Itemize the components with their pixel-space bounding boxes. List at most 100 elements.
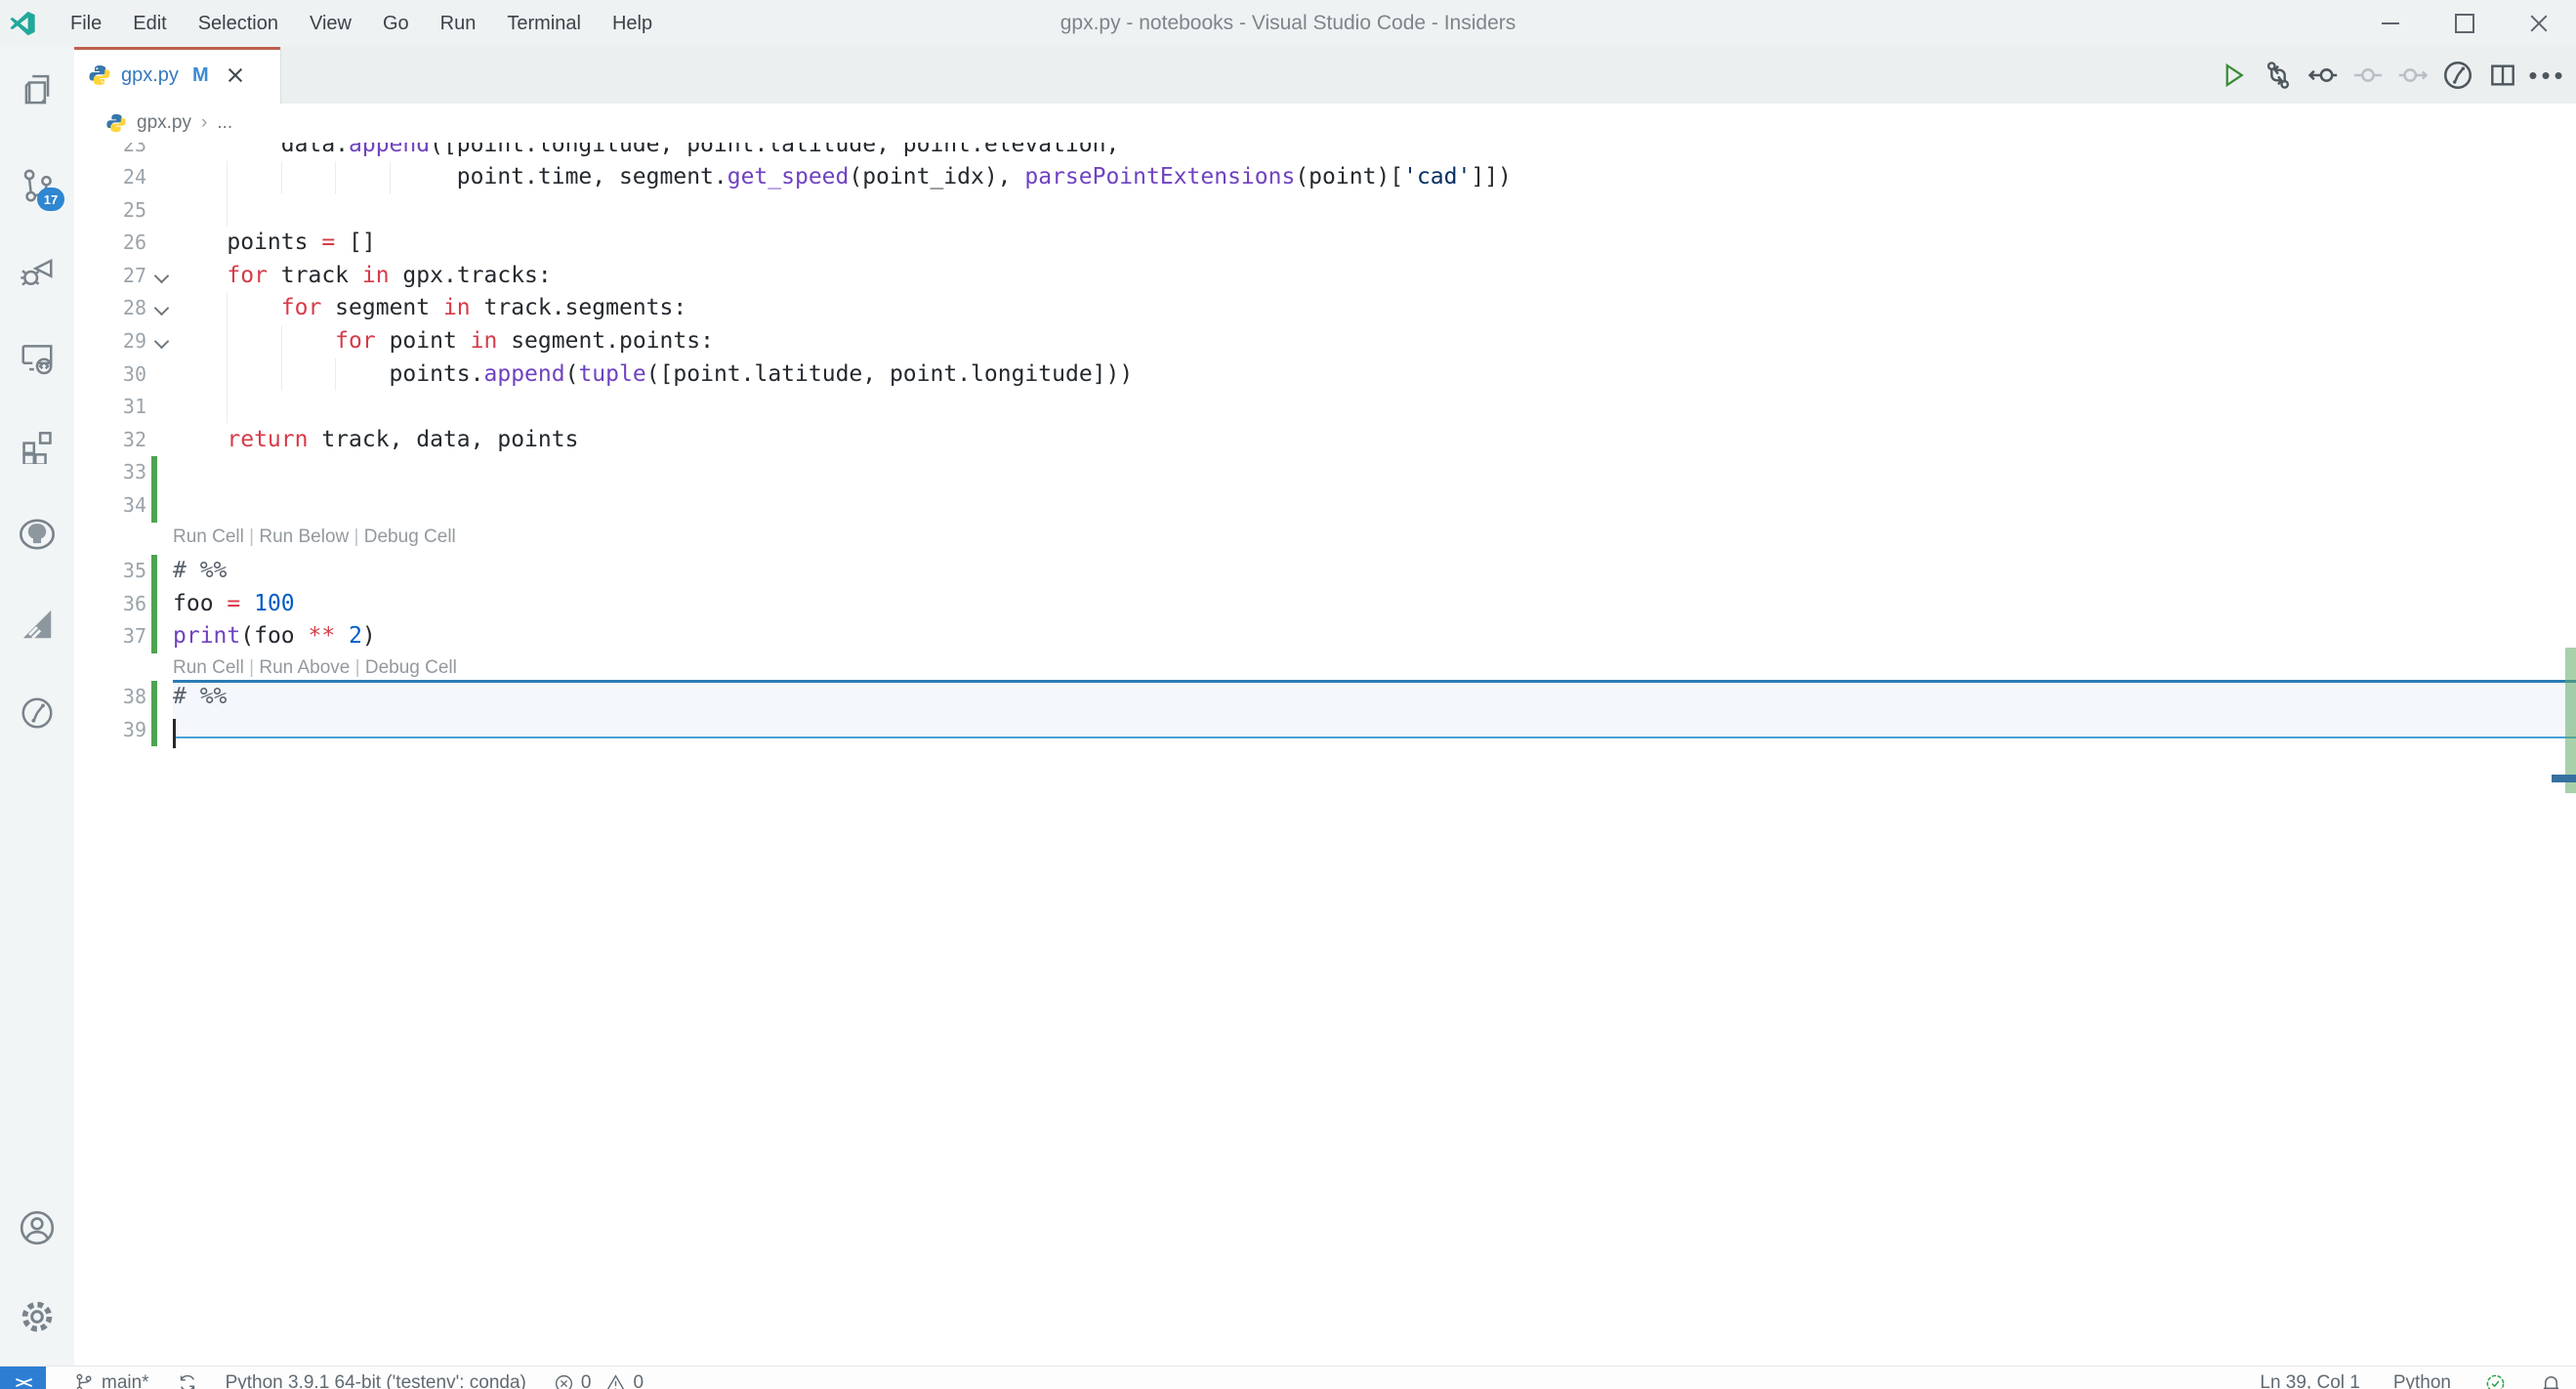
run-and-debug-icon[interactable] [16,250,59,293]
codelens[interactable]: Run Cell | Run Above | Debug Cell [173,653,457,681]
fold-chevron-icon[interactable] [153,268,170,284]
menu-go[interactable]: Go [367,7,425,41]
fold-chevron-icon[interactable] [153,301,170,316]
errors-icon [555,1374,572,1389]
explorer-icon[interactable] [16,70,59,113]
codelens[interactable]: Run Cell | Run Below | Debug Cell [173,523,456,556]
account-icon[interactable] [16,1206,59,1249]
cursor-position-status[interactable]: Ln 39, Col 1 [2260,1372,2359,1389]
more-actions-icon[interactable]: ••• [2528,57,2566,94]
sync-status[interactable] [177,1372,198,1389]
breadcrumb-filename[interactable]: gpx.py [137,112,191,134]
gitlens-icon[interactable] [16,692,59,735]
remote-explorer-icon[interactable] [16,337,59,380]
check-badge-icon [2486,1374,2505,1389]
lint-check-status[interactable] [2484,1372,2507,1389]
codelens-link[interactable]: Debug Cell [364,526,456,547]
branch-icon [76,1373,92,1389]
gutter: 28 [74,292,173,325]
gutter: 34 [74,489,173,523]
codelens-separator: | [349,526,364,547]
code-text[interactable]: for segment in track.segments: [173,292,686,325]
line-number: 24 [122,165,146,189]
branch-label: main* [102,1372,149,1389]
menu-run[interactable]: Run [425,7,492,41]
code-text[interactable]: print(foo ** 2) [173,620,376,653]
menu-terminal[interactable]: Terminal [491,7,597,41]
codelens-link[interactable]: Run Cell [173,657,244,678]
code-text[interactable]: # %% [173,681,227,714]
tab-bar: gpx.py M ••• [74,47,2576,104]
code-line: 24 point.time, segment.get_speed(point_i… [74,161,2576,194]
previous-change-icon[interactable] [2305,57,2342,94]
remote-indicator[interactable]: >< [0,1367,46,1389]
menu-selection[interactable]: Selection [183,7,294,41]
extensions-icon[interactable] [16,424,59,467]
code-text[interactable]: return track, data, points [173,424,578,457]
code-text[interactable]: foo = 100 [173,588,295,621]
git-added-indicator [151,681,157,714]
editor-pane[interactable]: 23 data.append([point.longitude, point.l… [74,143,2576,1366]
code-text[interactable]: points = [] [173,227,375,260]
file-history-icon[interactable] [2439,57,2476,94]
code-text[interactable]: for track in gpx.tracks: [173,260,551,293]
line-number: 26 [122,231,146,255]
warnings-count: 0 [633,1372,644,1389]
code-line: 34 [74,489,2576,523]
code-text[interactable]: points.append(tuple([point.latitude, poi… [173,358,1134,392]
gutter [74,653,173,681]
gutter [74,523,173,556]
liveshare-triangle-icon[interactable] [16,603,59,646]
python-interpreter-status[interactable]: Python 3.9.1 64-bit ('testenv': conda) [226,1372,526,1389]
cell-boundary-top [173,680,2576,683]
gutter: 32 [74,424,173,457]
warnings-icon [606,1373,625,1389]
bell-icon [2543,1375,2559,1389]
next-change-disabled-icon [2394,57,2431,94]
github-icon[interactable] [16,513,59,556]
codelens-link[interactable]: Debug Cell [365,657,457,678]
breadcrumb: gpx.py › ... [74,104,2576,143]
code-text[interactable]: for point in segment.points: [173,325,714,358]
source-control-icon[interactable]: 17 [16,164,64,211]
split-editor-icon[interactable] [2484,57,2521,94]
status-bar: >< main* Python 3.9.1 64-bit ('testenv':… [0,1366,2576,1389]
code-line: 33 [74,456,2576,490]
gutter: 27 [74,260,173,293]
maximize-icon[interactable] [2428,0,2502,47]
breadcrumb-symbol-ellipsis[interactable]: ... [217,112,232,134]
problems-status[interactable]: 0 0 [554,1372,644,1389]
code-line: 26 points = [] [74,227,2576,260]
codelens-link[interactable]: Run Below [259,526,349,547]
menu-help[interactable]: Help [597,7,668,41]
line-number: 30 [122,361,146,386]
codelens-link[interactable]: Run Above [259,657,350,678]
language-mode-status[interactable]: Python [2393,1372,2451,1389]
menu-file[interactable]: File [55,7,117,41]
scm-badge: 17 [37,188,64,211]
gutter: 25 [74,194,173,228]
code-text[interactable]: data.append([point.longitude, point.lati… [173,143,1120,161]
code-rows: 23 data.append([point.longitude, point.l… [74,143,2576,747]
codelens-link[interactable]: Run Cell [173,526,244,547]
git-added-indicator [151,620,157,653]
code-text[interactable]: point.time, segment.get_speed(point_idx)… [173,161,1512,194]
text-cursor [173,719,176,748]
code-line: 38 # %% [74,681,2576,714]
settings-gear-icon[interactable] [16,1295,59,1338]
run-python-file-icon[interactable] [2215,57,2252,94]
tab-gpx-py[interactable]: gpx.py M [74,47,281,104]
tab-close-icon[interactable] [225,64,246,86]
close-icon[interactable] [2502,0,2576,47]
cursor-position-label: Ln 39, Col 1 [2260,1372,2360,1389]
gutter: 26 [74,227,173,260]
fold-chevron-icon[interactable] [153,333,170,350]
minimize-icon[interactable] [2353,0,2428,47]
menu-view[interactable]: View [294,7,367,41]
code-text[interactable]: # %% [173,555,227,588]
notifications-status[interactable] [2540,1372,2562,1389]
menu-edit[interactable]: Edit [117,7,182,41]
git-branch-status[interactable]: main* [73,1372,149,1389]
line-number: 37 [122,624,146,649]
open-changes-icon[interactable] [2260,57,2297,94]
